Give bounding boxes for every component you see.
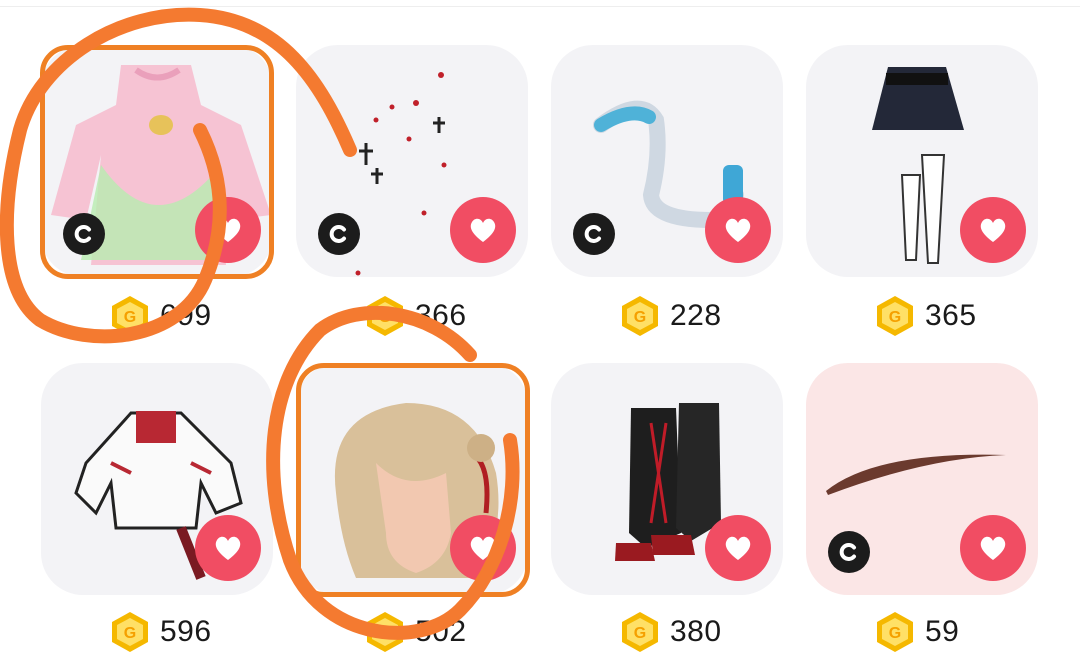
item-card-4[interactable] [806, 45, 1038, 277]
g-coin-icon: G [367, 612, 403, 652]
heart-icon [980, 218, 1006, 242]
creator-badge [318, 213, 360, 255]
creator-badge [828, 531, 870, 573]
svg-text:G: G [889, 309, 901, 326]
svg-text:G: G [379, 625, 391, 642]
g-coin-icon: G [877, 612, 913, 652]
price-tag-4: G 365 [873, 293, 977, 339]
svg-text:G: G [379, 309, 391, 326]
heart-icon [470, 218, 496, 242]
item-card-7[interactable] [551, 363, 783, 595]
like-button[interactable] [195, 197, 261, 263]
creator-badge [573, 213, 615, 255]
price-tag-1: G 699 [108, 293, 212, 339]
price-value: 59 [925, 615, 960, 648]
heart-icon [980, 536, 1006, 560]
heart-icon [470, 536, 496, 560]
creator-badge [63, 213, 105, 255]
item-card-1[interactable] [41, 45, 273, 277]
g-coin-icon: G [622, 612, 658, 652]
like-button[interactable] [960, 515, 1026, 581]
price-tag-6: G 502 [363, 609, 467, 655]
price-value: 699 [160, 299, 212, 332]
g-coin-icon: G [622, 296, 658, 336]
like-button[interactable] [705, 515, 771, 581]
price-tag-3: G 228 [618, 293, 722, 339]
heart-icon [725, 536, 751, 560]
price-value: 366 [415, 299, 467, 332]
item-card-6[interactable] [296, 363, 528, 595]
price-value: 596 [160, 615, 212, 648]
like-button[interactable] [450, 515, 516, 581]
svg-text:G: G [124, 625, 136, 642]
heart-icon [725, 218, 751, 242]
heart-icon [215, 536, 241, 560]
heart-icon [215, 218, 241, 242]
price-value: 502 [415, 615, 467, 648]
svg-text:G: G [889, 625, 901, 642]
g-coin-icon: G [112, 612, 148, 652]
like-button[interactable] [195, 515, 261, 581]
g-coin-icon: G [112, 296, 148, 336]
price-value: 380 [670, 615, 722, 648]
price-tag-5: G 596 [108, 609, 212, 655]
like-button[interactable] [960, 197, 1026, 263]
g-coin-icon: G [367, 296, 403, 336]
g-coin-icon: G [877, 296, 913, 336]
price-tag-8: G 59 [873, 609, 959, 655]
svg-text:G: G [124, 309, 136, 326]
svg-text:G: G [634, 625, 646, 642]
price-tag-7: G 380 [618, 609, 722, 655]
like-button[interactable] [705, 197, 771, 263]
item-card-8[interactable] [806, 363, 1038, 595]
like-button[interactable] [450, 197, 516, 263]
item-card-5[interactable] [41, 363, 273, 595]
price-value: 365 [925, 299, 977, 332]
price-value: 228 [670, 299, 722, 332]
item-card-2[interactable] [296, 45, 528, 277]
price-tag-2: G 366 [363, 293, 467, 339]
svg-text:G: G [634, 309, 646, 326]
item-card-3[interactable] [551, 45, 783, 277]
item-grid: G 699 G 366 G 228 G 365 G 596 G 502 G 38… [0, 0, 1080, 652]
